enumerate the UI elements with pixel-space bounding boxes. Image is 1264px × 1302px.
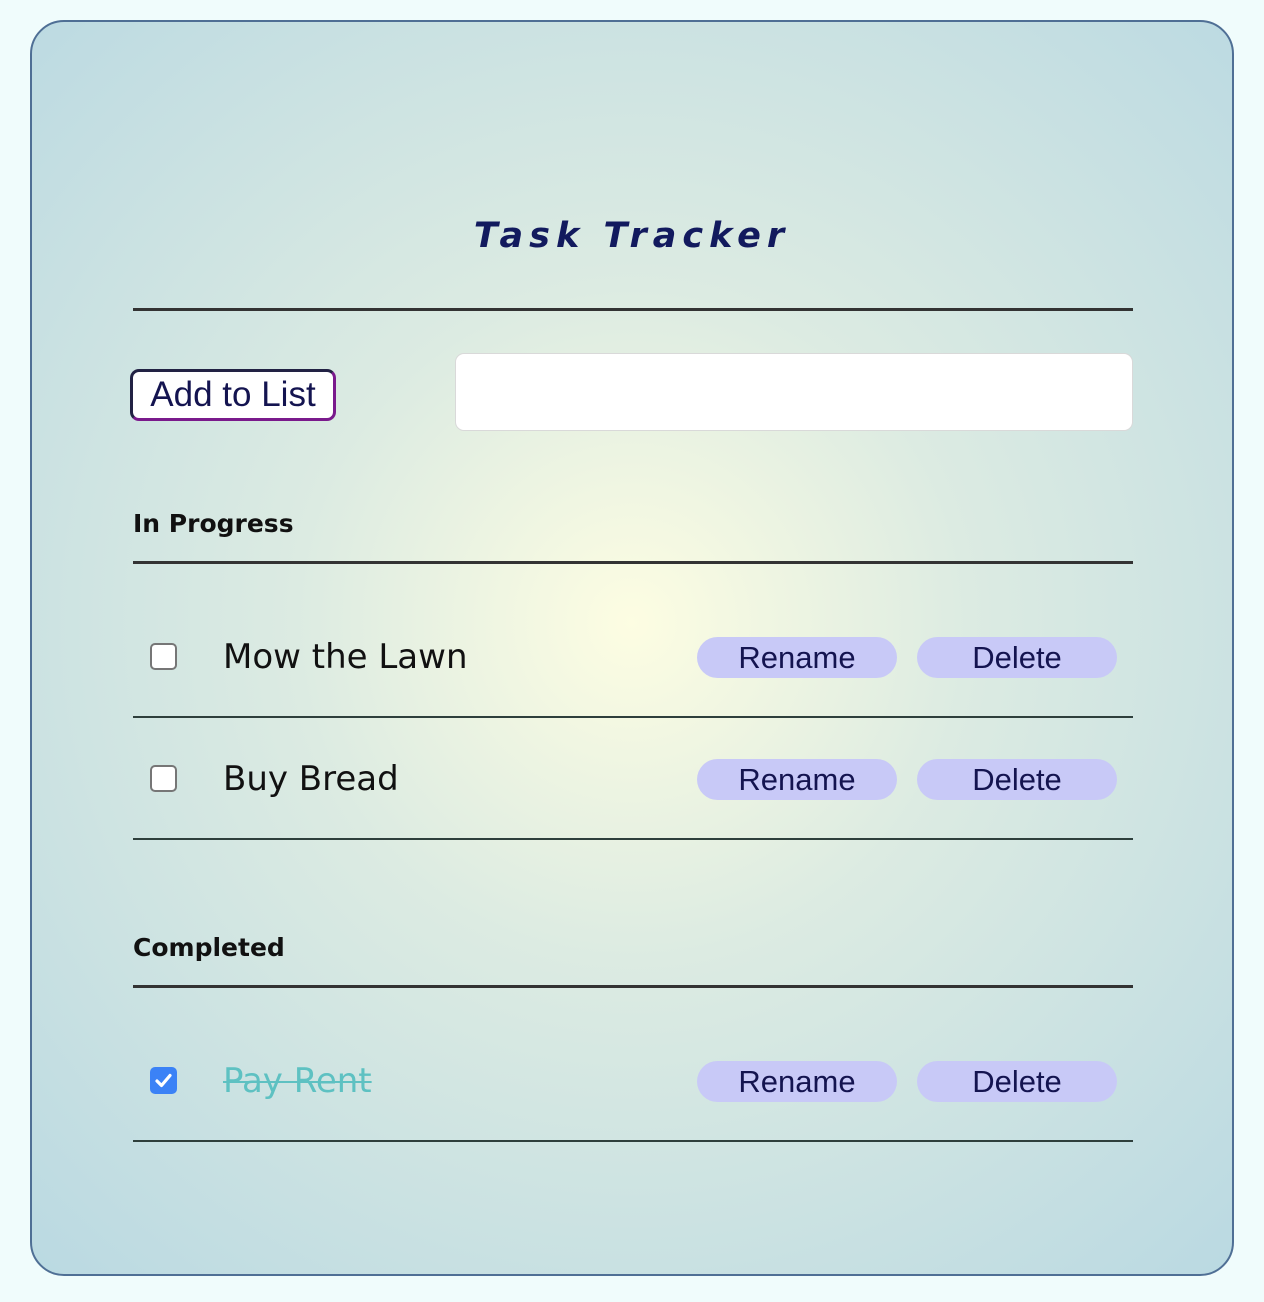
- in-progress-divider: [133, 561, 1133, 564]
- new-task-input[interactable]: [455, 353, 1133, 431]
- task-tracker-card: Task Tracker Add to List In Progress Mow…: [30, 20, 1234, 1276]
- add-to-list-button[interactable]: Add to List: [130, 369, 336, 421]
- page-title: Task Tracker: [473, 216, 791, 256]
- row-divider: [133, 838, 1133, 840]
- delete-button[interactable]: Delete: [917, 1061, 1117, 1102]
- task-checkbox[interactable]: [150, 765, 177, 792]
- rename-button[interactable]: Rename: [697, 637, 897, 678]
- rename-button[interactable]: Rename: [697, 1061, 897, 1102]
- rename-button[interactable]: Rename: [697, 759, 897, 800]
- row-divider: [133, 716, 1133, 718]
- title-divider: [133, 308, 1133, 311]
- in-progress-heading: In Progress: [133, 509, 294, 538]
- task-row-mow-the-lawn: Mow the Lawn Rename Delete: [133, 637, 1133, 679]
- row-divider: [133, 1140, 1133, 1142]
- check-icon: [155, 1073, 172, 1088]
- delete-button[interactable]: Delete: [917, 759, 1117, 800]
- completed-divider: [133, 985, 1133, 988]
- task-row-buy-bread: Buy Bread Rename Delete: [133, 759, 1133, 801]
- completed-heading: Completed: [133, 933, 285, 962]
- delete-button[interactable]: Delete: [917, 637, 1117, 678]
- task-label-completed: Pay Rent: [223, 1061, 372, 1101]
- task-checkbox[interactable]: [150, 643, 177, 670]
- task-label: Mow the Lawn: [223, 637, 468, 677]
- task-checkbox-checked[interactable]: [150, 1067, 177, 1094]
- task-label: Buy Bread: [223, 759, 399, 799]
- task-row-pay-rent: Pay Rent Rename Delete: [133, 1061, 1133, 1103]
